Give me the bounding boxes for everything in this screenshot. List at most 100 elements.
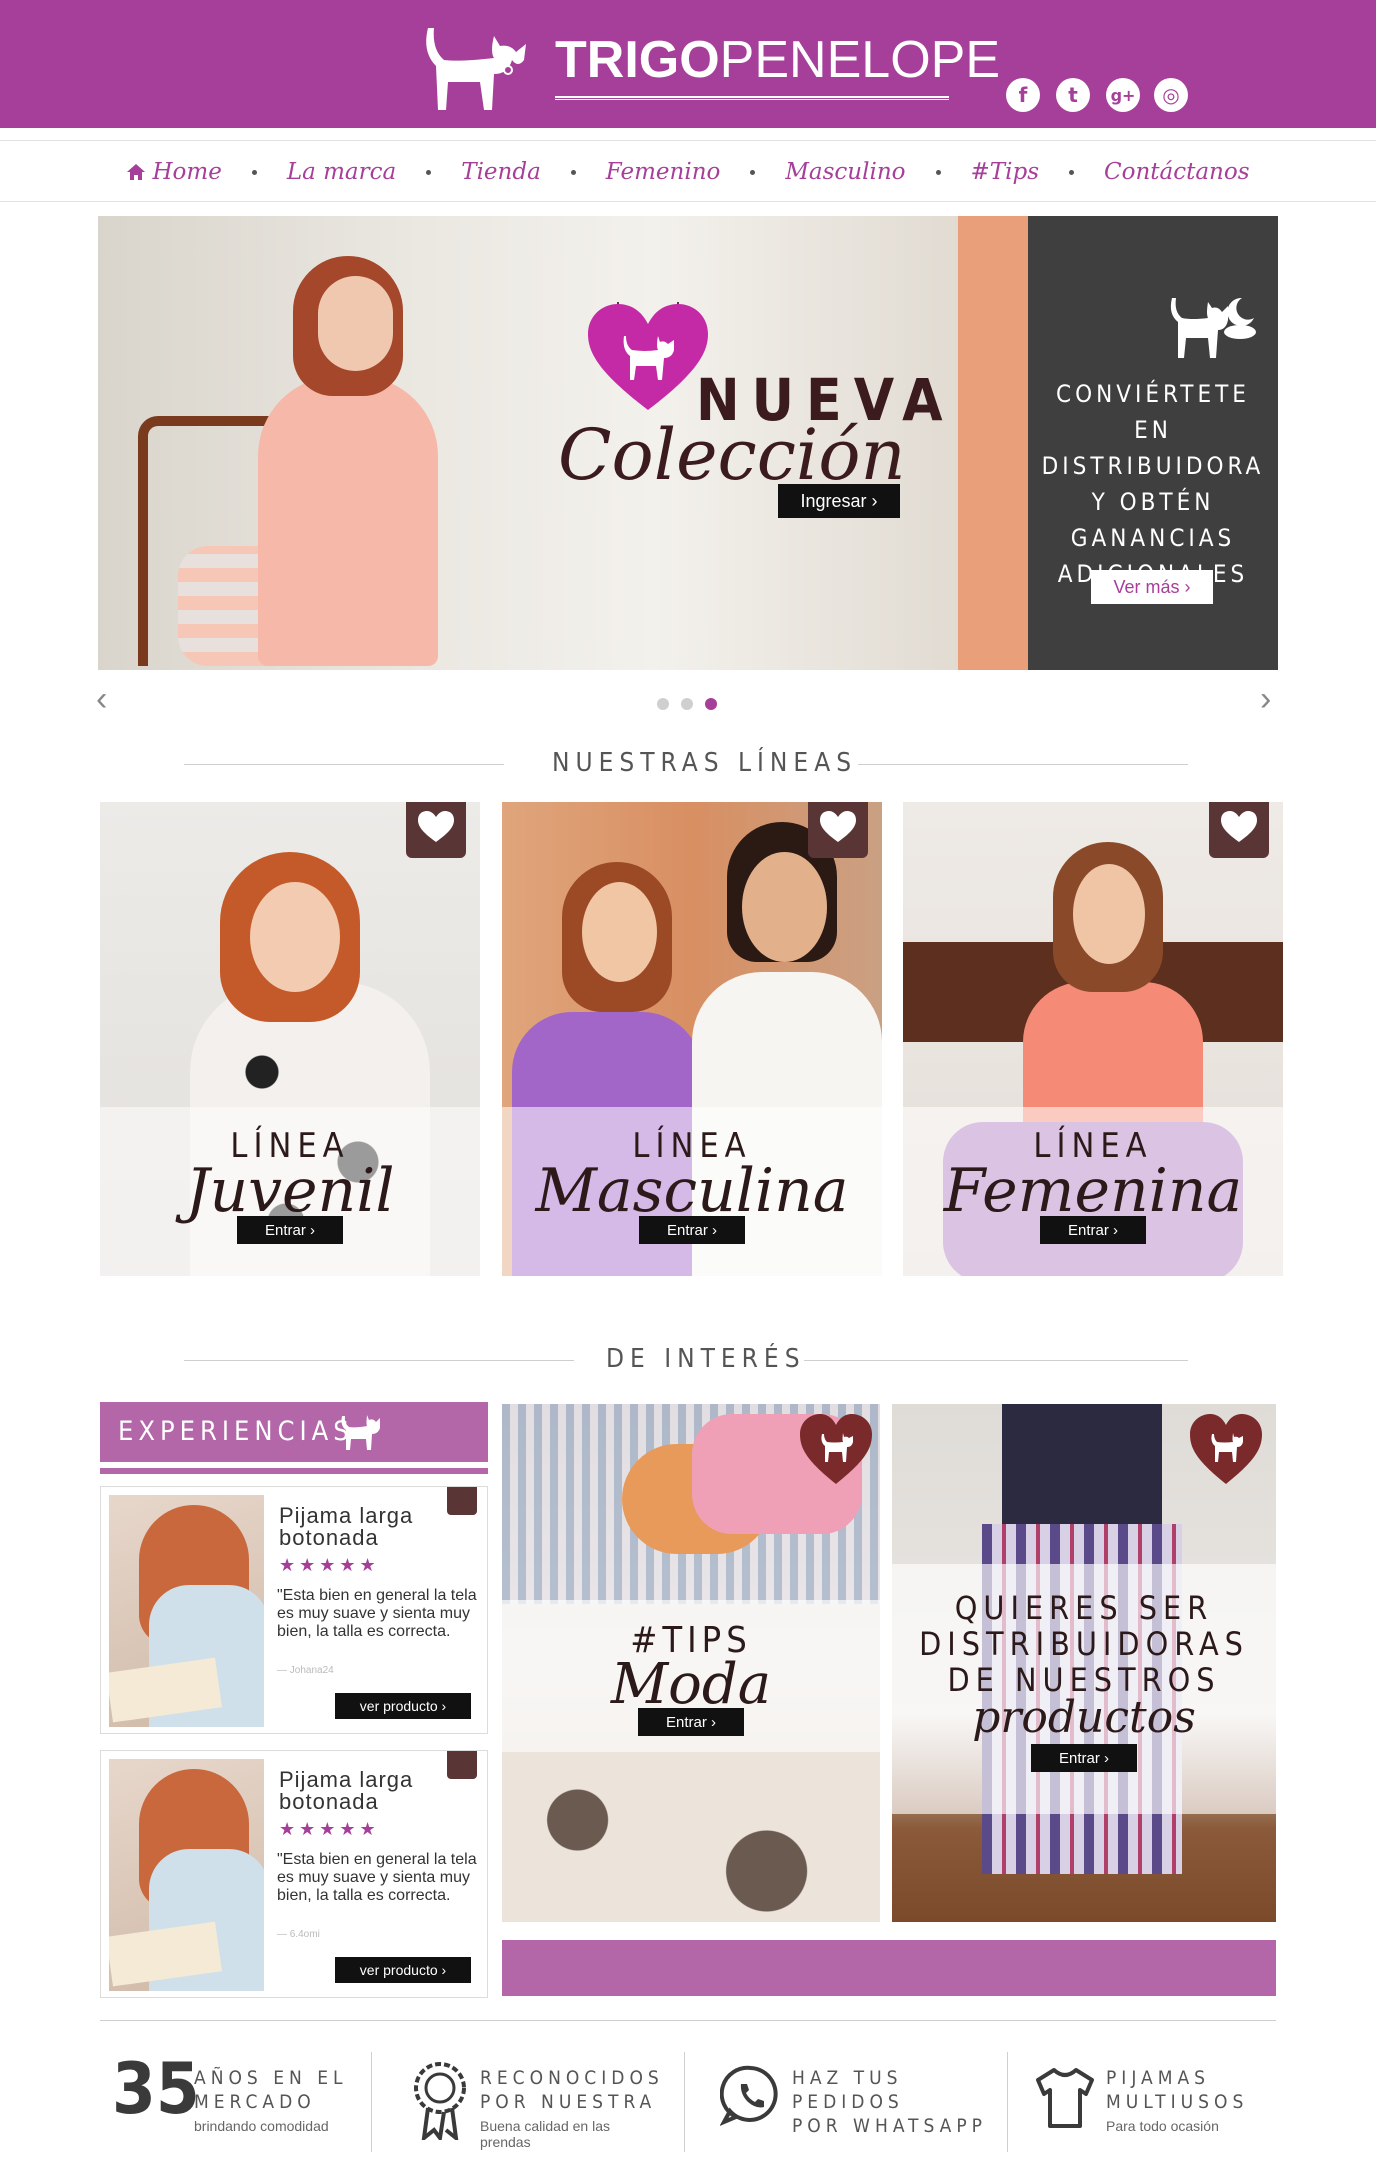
heart-tag-icon [447,1487,477,1515]
entrar-label: Entrar [666,1221,708,1239]
feature-whatsapp: HAZ TUS PEDIDOS POR WHATSAPP [720,2050,1000,2150]
ver-producto-label: ver producto [359,1698,438,1714]
entrar-label: Entrar [264,1221,306,1239]
nav-item-home[interactable]: Home [126,159,222,185]
facebook-icon[interactable]: f [1006,78,1040,112]
experiencia-product-title: Pijama larga botonada [279,1503,414,1550]
carousel-dot-2[interactable] [681,698,693,710]
nav-item-la-marca[interactable]: La marca [287,159,396,185]
hero-ingresar-button[interactable]: Ingresar › [778,484,900,518]
entrar-button[interactable]: Entrar › [1040,1216,1146,1244]
entrar-button[interactable]: Entrar › [639,1216,745,1244]
nav-item-masculino[interactable]: Masculino [785,159,905,185]
ver-producto-button[interactable]: ver producto › [335,1693,471,1719]
nav-separator [426,169,432,175]
feature-title: AÑOS EN EL MERCADO [194,2067,348,2113]
hero-photo: NUEVA Colección Ingresar › [98,216,1028,670]
brand-underline [555,96,949,100]
feature-title: PIJAMAS MULTIUSOS [1106,2067,1249,2113]
brand-name: TRIGOPENELOPE [555,30,1000,90]
cat-logo-icon [426,28,526,110]
feature-title: RECONOCIDOS POR NUESTRA [480,2067,664,2113]
google-plus-icon[interactable]: g+ [1106,78,1140,112]
section-line-right [858,764,1188,765]
logo[interactable]: TRIGOPENELOPE [420,22,1000,116]
distribuidoras-entrar-button[interactable]: Entrar › [1031,1744,1137,1772]
nav-item-femenino[interactable]: Femenino [606,159,721,185]
door-decoration [958,216,1028,670]
ver-mas-button[interactable]: Ver más › [1091,570,1213,604]
years-number: 35 [112,2048,200,2130]
furry-blanket [502,1752,880,1922]
experiencias-title: EXPERIENCIAS [118,1416,354,1447]
entrar-button[interactable]: Entrar › [237,1216,343,1244]
model-face [250,882,340,992]
whatsapp-icon [720,2065,778,2126]
entrar-label: Entrar [665,1713,707,1731]
experiencia-photo [109,1759,264,1991]
experiencia-product-title: Pijama larga botonada [279,1767,414,1814]
nav-label-home: Home [152,159,222,185]
heart-tag-icon [447,1751,477,1779]
rating-stars: ★★★★★ [279,1555,380,1575]
entrar-label: Entrar [1067,1221,1109,1239]
carousel-next-arrow[interactable]: › [1260,680,1271,719]
cat-moon-icon [1170,297,1256,358]
model-tshirt [1002,1404,1162,1524]
experiencia-card-1: Pijama larga botonada ★★★★★ "Esta bien e… [100,1486,488,1734]
twitter-icon[interactable]: t [1056,78,1090,112]
nav-list: Home La marca Tienda Femenino Masculino … [0,141,1376,203]
model-face [1073,864,1145,964]
experiencia-card-2: Pijama larga botonada ★★★★★ "Esta bien e… [100,1750,488,1998]
nav-item-tienda[interactable]: Tienda [461,159,541,185]
ver-producto-label: ver producto [359,1962,438,1978]
award-icon [414,2062,466,2140]
linea-card-femenina[interactable]: LÍNEA Femenina Entrar › [903,802,1283,1276]
rating-stars: ★★★★★ [279,1819,380,1839]
feature-title: HAZ TUS PEDIDOS POR WHATSAPP [792,2067,987,2137]
nav-item-tips[interactable]: #Tips [971,159,1040,185]
heart-cat-icon [1190,1414,1262,1484]
promo-bar [502,1940,1276,1996]
feature-separator [1007,2052,1008,2152]
footer-divider [100,2020,1276,2021]
model-body [258,376,438,666]
main-nav: Home La marca Tienda Femenino Masculino … [0,140,1376,202]
feature-subtitle: Buena calidad en las prendas [480,2118,610,2150]
heart-tag-icon [406,802,466,858]
hero-button-label: Ingresar [800,490,867,511]
heart-cat-icon [588,302,708,410]
section-line-left [184,764,504,765]
nav-separator [750,169,756,175]
linea-card-masculina[interactable]: LÍNEA Masculina Entrar › [502,802,882,1276]
heart-tag-icon [808,802,868,858]
distribuidoras-title: QUIERES SER DISTRIBUIDORAS DE NUESTROS [919,1589,1249,1699]
carousel-prev-arrow[interactable]: ‹ [96,680,107,719]
nav-separator [935,169,941,175]
feature-reconocidos: RECONOCIDOS POR NUESTRA Buena calidad en… [410,2050,680,2150]
section-line-right [804,1360,1188,1361]
experiencias-header: EXPERIENCIAS [100,1402,488,1468]
distribuidoras-card[interactable]: QUIERES SER DISTRIBUIDORAS DE NUESTROS p… [892,1404,1276,1922]
distributor-promo-text: CONVIÉRTETE EN DISTRIBUIDORA Y OBTÉN GAN… [1041,380,1265,588]
model-face [318,276,393,371]
instagram-icon[interactable]: ◎ [1154,78,1188,112]
linea-card-juvenil[interactable]: LÍNEA Juvenil Entrar › [100,802,480,1276]
nav-separator [570,169,576,175]
ver-mas-label: Ver más [1113,576,1180,597]
carousel-dot-1[interactable] [657,698,669,710]
carousel-dot-3-active[interactable] [705,698,717,710]
brand-light: PENELOPE [719,31,1001,89]
feature-separator [684,2052,685,2152]
tips-moda-card[interactable]: #TIPS Moda Entrar › [502,1404,880,1922]
feature-separator [371,2052,372,2152]
nav-item-contactanos[interactable]: Contáctanos [1104,159,1250,185]
cat-icon [341,1415,380,1450]
tips-entrar-button[interactable]: Entrar › [638,1708,744,1736]
experiencia-author: — 6.4omi [277,1929,320,1940]
experiencia-quote: "Esta bien en general la tela es muy sua… [277,1851,477,1904]
ver-producto-button[interactable]: ver producto › [335,1957,471,1983]
section-title-lineas: NUESTRAS LÍNEAS [552,748,858,778]
nav-separator [251,169,257,175]
experiencia-photo [109,1495,264,1727]
